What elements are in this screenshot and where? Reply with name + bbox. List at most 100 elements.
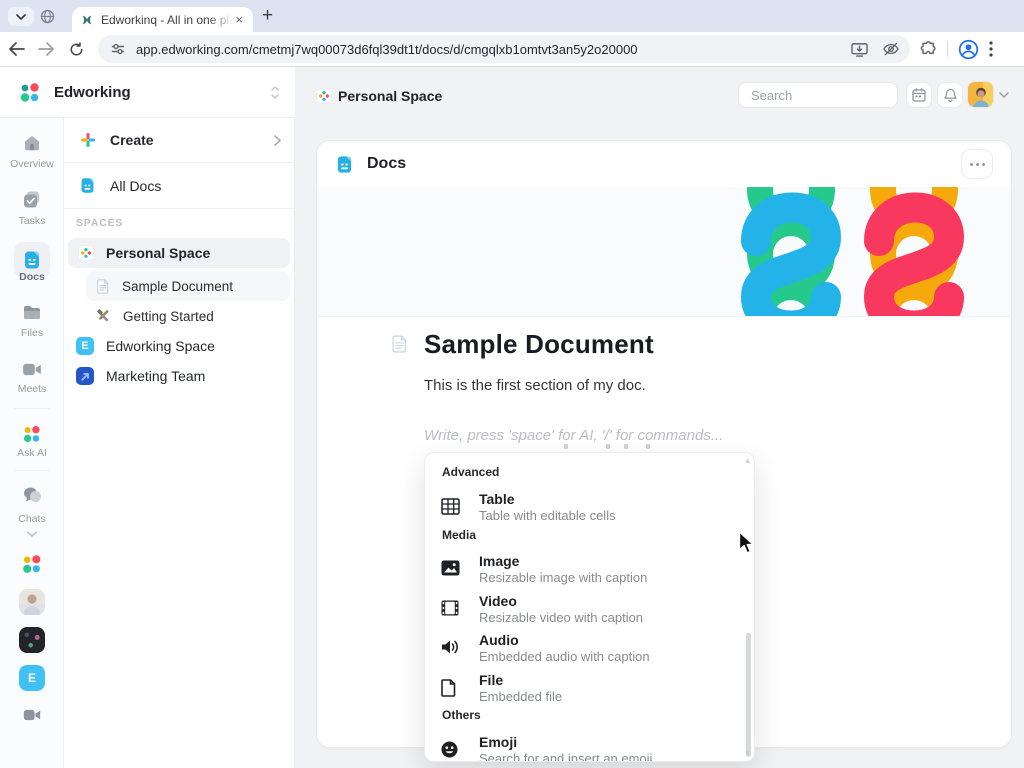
- cover-art-logo-pattern: [740, 187, 965, 316]
- obscured-text-fragment: [624, 444, 628, 449]
- document-cover[interactable]: [317, 187, 1011, 317]
- docs-icon[interactable]: [22, 250, 42, 270]
- chat-bubbles-icon[interactable]: [22, 487, 41, 504]
- camera-icon[interactable]: [22, 363, 41, 376]
- eye-off-icon[interactable]: [882, 42, 900, 56]
- screen-share-camera-icon[interactable]: [23, 709, 41, 721]
- user-avatar[interactable]: [19, 627, 45, 653]
- new-tab-button[interactable]: +: [262, 5, 273, 27]
- menu-scrollbar[interactable]: [746, 633, 751, 757]
- chevron-down-icon[interactable]: [999, 92, 1009, 98]
- docs-icon: [81, 178, 94, 193]
- file-icon: [441, 679, 456, 697]
- tools-icon: [97, 308, 109, 321]
- workspace-e-avatar[interactable]: E: [19, 665, 45, 691]
- sidebar-item-edworking-space[interactable]: E Edworking Space: [68, 331, 290, 361]
- site-controls-icon[interactable]: [110, 41, 126, 57]
- document-body[interactable]: Sample Document This is the first sectio…: [317, 317, 1011, 444]
- workspace-header[interactable]: Edworking: [0, 67, 295, 118]
- sidebar-item-all-docs[interactable]: All Docs: [64, 163, 295, 209]
- user-avatar[interactable]: [19, 589, 45, 615]
- kebab-menu-icon[interactable]: [989, 41, 993, 57]
- rail-label-chats[interactable]: Chats: [0, 513, 64, 525]
- menu-item-emoji[interactable]: Emoji Search for and insert an emoji: [425, 732, 754, 762]
- menu-item-title: File: [479, 672, 504, 688]
- extensions-icon[interactable]: [920, 40, 937, 58]
- scroll-down-icon[interactable]: ▾: [745, 749, 750, 758]
- obscured-text-fragment: [606, 444, 610, 449]
- rail-label-files[interactable]: Files: [0, 327, 64, 339]
- bell-icon: [943, 88, 957, 102]
- obscured-text-fragment: [564, 444, 568, 449]
- app-screen: Edworkinq - All in one platfo × + app.ed…: [0, 0, 1024, 768]
- workspace-switcher-icon[interactable]: [270, 85, 280, 100]
- menu-item-title: Emoji: [479, 734, 518, 750]
- obscured-text-fragment: [646, 444, 650, 449]
- globe-icon[interactable]: [40, 9, 55, 24]
- user-avatar[interactable]: [967, 81, 994, 108]
- browser-tab[interactable]: Edworkinq - All in one platfo ×: [72, 7, 253, 32]
- chevron-down-icon[interactable]: [26, 531, 37, 537]
- scroll-up-icon[interactable]: ▴: [745, 456, 750, 465]
- workspace-dots-avatar[interactable]: [20, 553, 43, 576]
- sidebar-item-create[interactable]: Create: [64, 118, 295, 163]
- url-bar[interactable]: app.edworking.com/cmetmj7wq00073d6fql39d…: [98, 35, 910, 63]
- document-paragraph[interactable]: This is the first section of my doc.: [424, 377, 971, 394]
- create-label: Create: [110, 132, 154, 148]
- folder-icon[interactable]: [23, 305, 41, 320]
- browser-tab-strip: Edworkinq - All in one platfo × +: [0, 0, 1024, 32]
- rail-label-overview[interactable]: Overview: [0, 158, 64, 170]
- home-icon[interactable]: [23, 135, 40, 151]
- arrow-up-right-icon: [76, 367, 94, 385]
- panel-title: Docs: [367, 155, 407, 172]
- space-label: Getting Started: [123, 308, 214, 324]
- forward-button[interactable]: [32, 35, 60, 63]
- back-button[interactable]: [2, 35, 30, 63]
- page-icon[interactable]: [391, 335, 408, 353]
- sidebar-item-sample-document[interactable]: Sample Document: [86, 271, 290, 301]
- menu-item-desc: Resizable video with caption: [479, 610, 644, 625]
- editor-placeholder[interactable]: Write, press 'space' for AI, '/' for com…: [424, 427, 971, 444]
- notifications-button[interactable]: [937, 82, 963, 108]
- menu-item-desc: Resizable image with caption: [479, 570, 648, 585]
- install-icon[interactable]: [851, 42, 868, 57]
- spaces-caption: SPACES: [76, 217, 124, 229]
- menu-section-media: Media: [442, 528, 477, 542]
- calendar-button[interactable]: [906, 82, 932, 108]
- ask-ai-logo-icon[interactable]: [21, 424, 42, 445]
- page-icon: [97, 279, 109, 293]
- sidebar-item-personal-space[interactable]: Personal Space: [68, 238, 290, 268]
- tab-title: Edworkinq - All in one platfo: [101, 12, 234, 27]
- reload-button[interactable]: [62, 35, 90, 63]
- menu-item-image[interactable]: Image Resizable image with caption: [425, 551, 754, 591]
- url-text[interactable]: app.edworking.com/cmetmj7wq00073d6fql39d…: [136, 42, 851, 57]
- menu-item-title: Video: [479, 593, 517, 609]
- document-title[interactable]: Sample Document: [424, 329, 654, 359]
- space-label: Sample Document: [122, 278, 234, 294]
- menu-item-file[interactable]: File Embedded file: [425, 670, 754, 710]
- page-title: Personal Space: [338, 88, 443, 104]
- menu-item-audio[interactable]: Audio Embedded audio with caption: [425, 630, 754, 670]
- profile-icon[interactable]: [958, 39, 979, 60]
- search-input[interactable]: [738, 82, 898, 108]
- tasks-icon[interactable]: [23, 191, 41, 208]
- toolbar-divider: [947, 41, 948, 57]
- menu-item-video[interactable]: Video Resizable video with caption: [425, 591, 754, 631]
- mouse-cursor: [738, 531, 754, 554]
- tab-close-button[interactable]: ×: [233, 13, 245, 26]
- rail-label-docs[interactable]: Docs: [0, 271, 64, 283]
- tab-search-button[interactable]: [8, 7, 34, 26]
- menu-item-desc: Search for and insert an emoji: [479, 751, 653, 762]
- rail-label-tasks[interactable]: Tasks: [0, 215, 64, 227]
- rail-label-meets[interactable]: Meets: [0, 383, 64, 395]
- workspace-name: Edworking: [54, 84, 131, 101]
- space-label: Personal Space: [106, 245, 211, 261]
- audio-icon: [441, 639, 460, 655]
- edworking-logo: [20, 83, 39, 102]
- menu-item-table[interactable]: Table Table with editable cells: [425, 489, 754, 529]
- sidebar-item-getting-started[interactable]: Getting Started: [86, 301, 290, 331]
- rail-label-ask-ai[interactable]: Ask AI: [0, 447, 64, 459]
- rail-divider: [15, 408, 49, 409]
- sidebar-item-marketing-team[interactable]: Marketing Team: [68, 361, 290, 391]
- more-options-button[interactable]: [961, 149, 993, 179]
